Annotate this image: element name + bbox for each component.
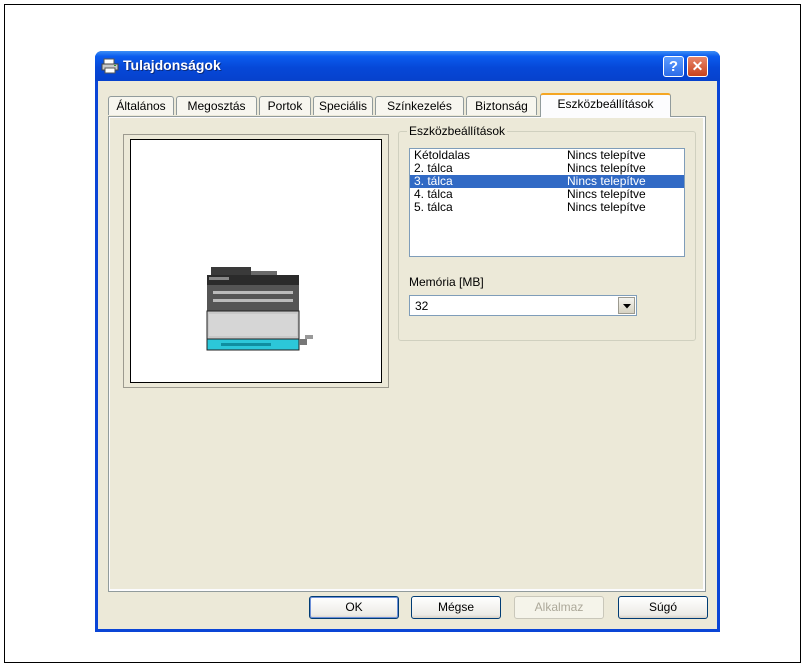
- memory-label: Memória [MB]: [409, 275, 484, 289]
- dialog-client: Általános Megosztás Portok Speciális Szí…: [98, 81, 717, 629]
- printer-icon: [101, 58, 119, 74]
- chevron-down-icon: [623, 304, 631, 309]
- memory-select[interactable]: 32: [409, 295, 637, 316]
- apply-button[interactable]: Alkalmaz: [514, 596, 604, 619]
- tab-color-management[interactable]: Színkezelés: [375, 96, 464, 115]
- memory-value: 32: [415, 299, 429, 313]
- window-title: Tulajdonságok: [123, 57, 221, 73]
- option-name: 5. tálca: [414, 200, 453, 214]
- printer-illustration-icon: [206, 267, 313, 351]
- tab-ports[interactable]: Portok: [259, 96, 311, 115]
- device-options-list[interactable]: Kétoldalas Nincs telepítve 2. tálca Ninc…: [409, 148, 685, 257]
- help-title-button[interactable]: ?: [663, 56, 684, 77]
- printer-preview: [130, 139, 382, 383]
- tab-device-settings[interactable]: Eszközbeállítások: [540, 93, 671, 117]
- cancel-button[interactable]: Mégse: [411, 596, 501, 619]
- title-bar[interactable]: Tulajdonságok ? ✕: [95, 51, 720, 81]
- option-status: Nincs telepítve: [567, 200, 646, 214]
- tab-general[interactable]: Általános: [108, 96, 174, 115]
- printer-preview-frame: [123, 134, 389, 388]
- dropdown-button[interactable]: [618, 297, 635, 314]
- help-button[interactable]: Súgó: [618, 596, 708, 619]
- tab-sharing[interactable]: Megosztás: [176, 96, 257, 115]
- tab-advanced[interactable]: Speciális: [313, 96, 373, 115]
- tab-panel: Eszközbeállítások Kétoldalas Nincs telep…: [108, 116, 706, 592]
- ok-button[interactable]: OK: [309, 596, 399, 619]
- device-settings-group: Eszközbeállítások Kétoldalas Nincs telep…: [398, 124, 696, 341]
- close-button[interactable]: ✕: [687, 56, 708, 77]
- device-settings-legend: Eszközbeállítások: [407, 124, 508, 138]
- tab-security[interactable]: Biztonság: [466, 96, 537, 115]
- tab-panel-content: Eszközbeállítások Kétoldalas Nincs telep…: [110, 118, 703, 589]
- list-item[interactable]: 5. tálca Nincs telepítve: [410, 201, 684, 214]
- properties-dialog: Tulajdonságok ? ✕ Általános Megosztás Po…: [95, 51, 720, 632]
